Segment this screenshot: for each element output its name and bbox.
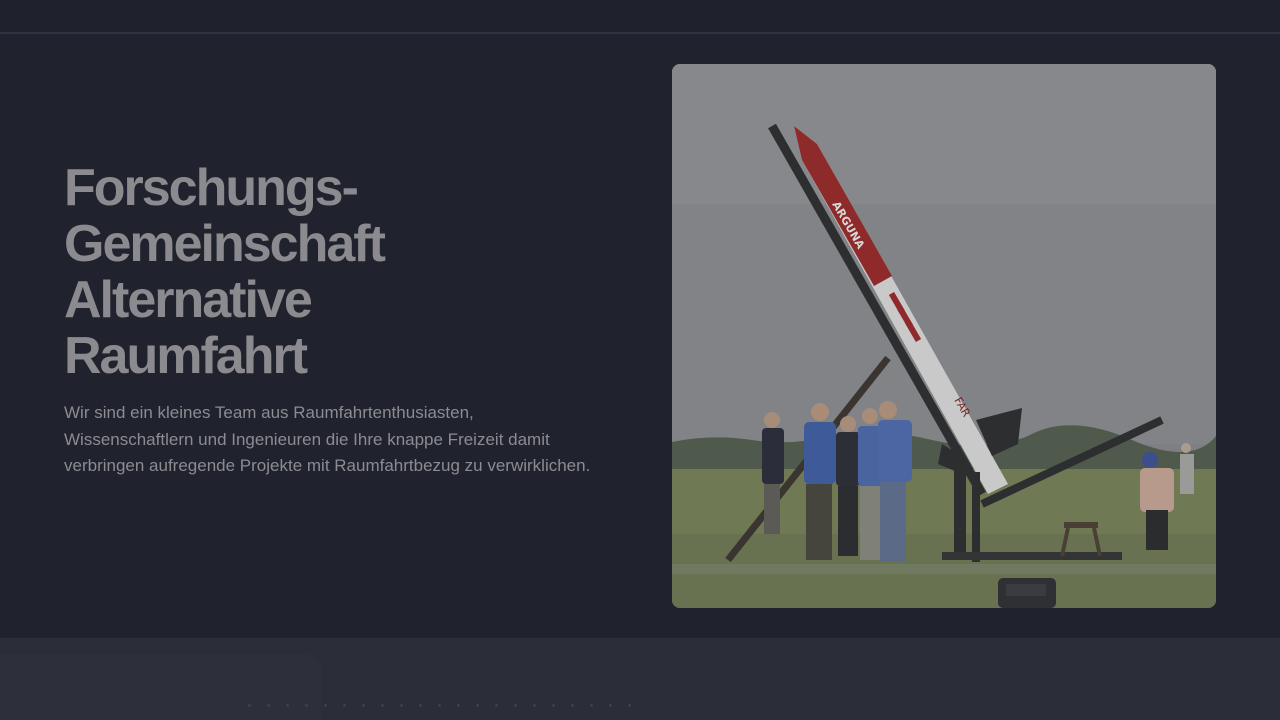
dot-pattern-decoration <box>240 696 640 720</box>
hero-text-block: Forschungs- Gemeinschaft Alternative Rau… <box>64 160 604 480</box>
rocket-launch-illustration: ARGUNA FAR <box>672 64 1216 608</box>
top-navigation-bar <box>0 0 1280 34</box>
hero-description: Wir sind ein kleines Team aus Raumfahrte… <box>64 403 591 475</box>
hero-title: Forschungs- Gemeinschaft Alternative Rau… <box>64 159 386 385</box>
page: Forschungs- Gemeinschaft Alternative Rau… <box>0 0 1280 720</box>
hero-photo-rocket-launch: ARGUNA FAR <box>672 64 1216 608</box>
next-section-preview <box>0 638 1280 720</box>
hero-section: Forschungs- Gemeinschaft Alternative Rau… <box>0 34 1280 638</box>
